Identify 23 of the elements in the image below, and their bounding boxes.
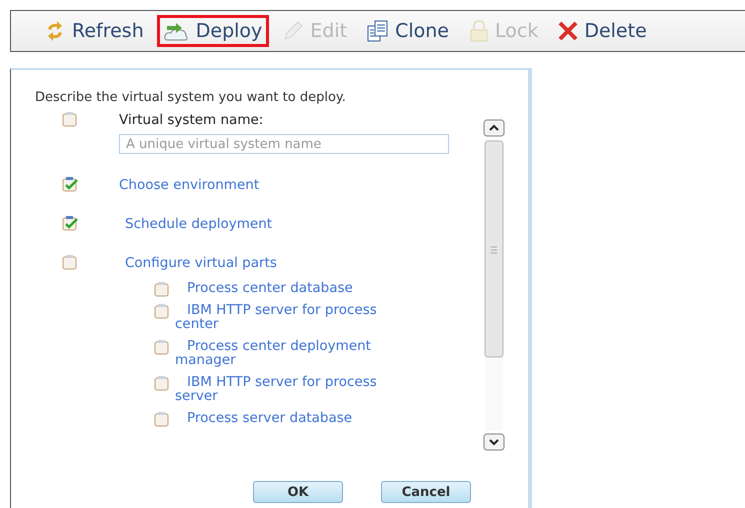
name-input-field[interactable]: A unique virtual system name: [119, 134, 449, 154]
virtual-part-link[interactable]: IBM HTTP server for process server: [175, 375, 415, 409]
virtual-part-link[interactable]: Process server database: [175, 411, 415, 431]
cloud-arrow-icon: [164, 20, 190, 42]
deploy-button[interactable]: Deploy: [156, 15, 270, 47]
virtual-part-link[interactable]: Process center database: [175, 281, 415, 301]
refresh-button[interactable]: Refresh: [37, 15, 151, 47]
ok-button[interactable]: OK: [253, 481, 343, 503]
virtual-part-link[interactable]: Process center deployment manager: [175, 339, 415, 373]
clone-button[interactable]: Clone: [360, 15, 456, 47]
virtual-part-link[interactable]: IBM HTTP server for process center: [175, 303, 415, 337]
cancel-button[interactable]: Cancel: [381, 481, 471, 503]
field-label: Virtual system name:: [119, 111, 264, 128]
step-link[interactable]: Schedule deployment: [119, 215, 272, 232]
delete-button[interactable]: Delete: [551, 15, 654, 47]
copy-documents-icon: [367, 20, 390, 42]
step-link[interactable]: Configure virtual parts: [119, 254, 277, 271]
close-x-icon: [558, 21, 578, 41]
step-link[interactable]: Choose environment: [119, 176, 260, 193]
pencil-icon: [282, 20, 304, 42]
padlock-icon: [469, 20, 489, 42]
vertical-scrollbar[interactable]: [483, 119, 505, 451]
dialog-intro: Describe the virtual system you want to deploy.: [35, 90, 347, 105]
